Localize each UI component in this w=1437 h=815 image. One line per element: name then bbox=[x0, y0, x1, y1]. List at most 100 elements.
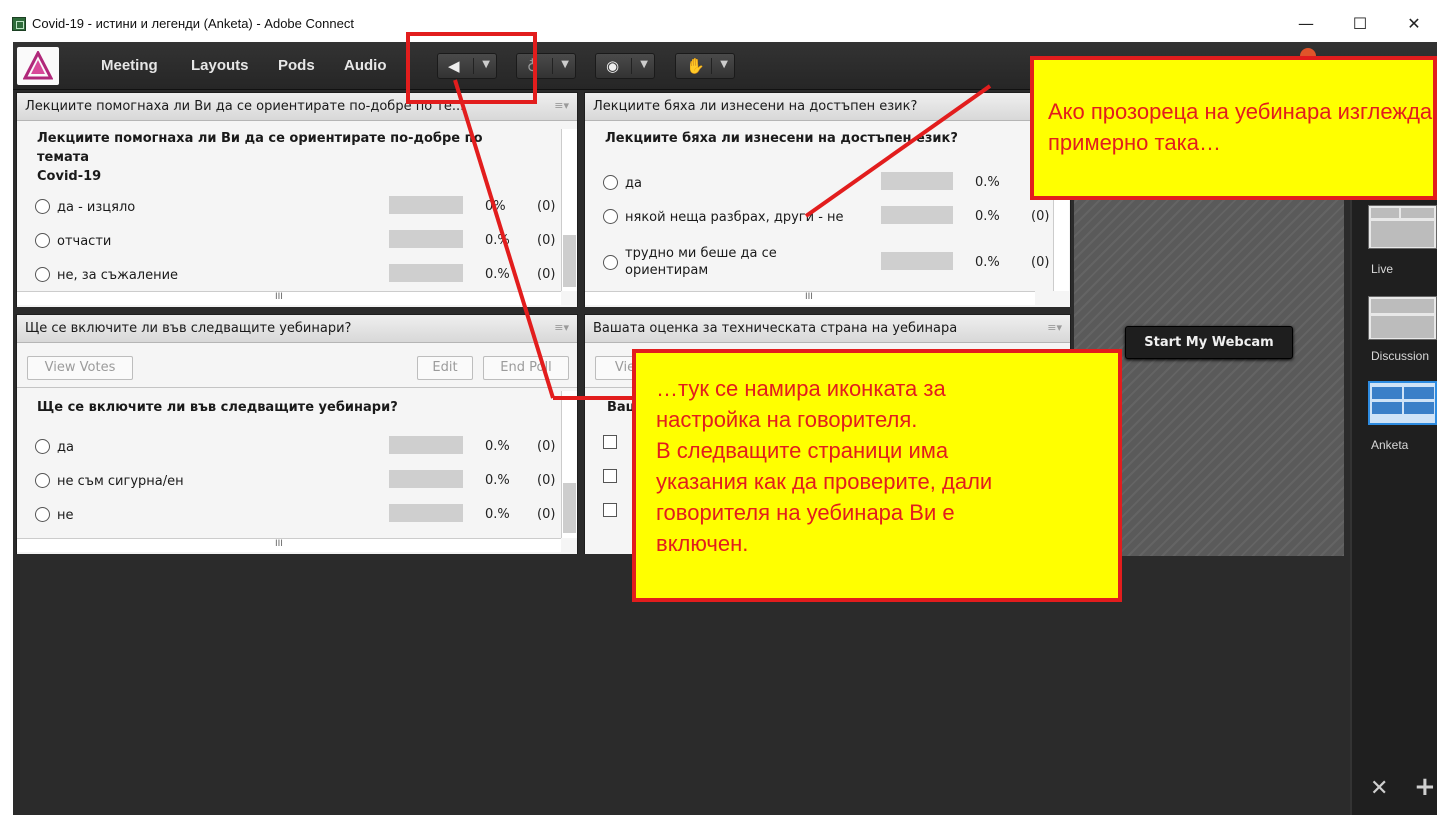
result-count: (0) bbox=[537, 233, 556, 248]
poll-option-row[interactable]: не съм сигурна/ен 0.% (0) bbox=[35, 469, 555, 495]
raise-hand-button[interactable]: ✋ ▼ bbox=[675, 53, 735, 79]
adobe-connect-app-icon bbox=[12, 17, 26, 31]
poll-question: Лекциите бяха ли изнесени на достъпен ез… bbox=[605, 131, 958, 146]
poll-body: Лекциите бяха ли изнесени на достъпен ез… bbox=[585, 121, 1070, 307]
layout-thumb-anketa[interactable] bbox=[1368, 381, 1437, 425]
pod-title: Ще се включите ли във следващите уебинар… bbox=[17, 315, 577, 343]
result-bar bbox=[389, 436, 463, 454]
result-percent: 0.% bbox=[485, 439, 510, 454]
result-percent: 0% bbox=[485, 199, 506, 214]
result-count: (0) bbox=[1031, 255, 1050, 270]
poll-option-row[interactable]: не 0.% (0) bbox=[35, 503, 555, 529]
pod-title-text: Ще се включите ли във следващите уебинар… bbox=[25, 321, 352, 336]
poll-pod-1: Лекциите помогнаха ли Ви да се ориентира… bbox=[16, 92, 578, 307]
result-count: (0) bbox=[1031, 209, 1050, 224]
result-percent: 0.% bbox=[485, 233, 510, 248]
chevron-down-icon[interactable]: ▼ bbox=[561, 59, 569, 70]
radio-button[interactable] bbox=[35, 507, 50, 522]
add-layout-icon[interactable]: + bbox=[1414, 772, 1436, 802]
close-button[interactable]: ✕ bbox=[1391, 10, 1437, 38]
result-bar bbox=[389, 470, 463, 488]
result-count: (0) bbox=[537, 267, 556, 282]
radio-button[interactable] bbox=[35, 233, 50, 248]
radio-button[interactable] bbox=[35, 473, 50, 488]
pod-menu-icon[interactable]: ≡▾ bbox=[554, 321, 569, 334]
result-percent: 0.% bbox=[485, 267, 510, 282]
poll-option-row[interactable]: да 0.% (0) bbox=[35, 435, 555, 461]
layout-label-discussion[interactable]: Discussion bbox=[1371, 349, 1429, 363]
poll-body: View Votes Edit End Poll Ще се включите … bbox=[17, 343, 577, 554]
checkbox[interactable] bbox=[603, 503, 617, 517]
result-count: (0) bbox=[537, 439, 556, 454]
radio-button[interactable] bbox=[603, 209, 618, 224]
pod-menu-icon[interactable]: ≡▾ bbox=[554, 99, 569, 112]
radio-button[interactable] bbox=[603, 175, 618, 190]
result-bar bbox=[881, 252, 953, 270]
result-count: (0) bbox=[537, 507, 556, 522]
vertical-scrollbar[interactable] bbox=[561, 129, 577, 291]
view-votes-button[interactable]: View Votes bbox=[27, 356, 133, 380]
chevron-down-icon[interactable]: ▼ bbox=[720, 59, 728, 70]
start-webcam-button[interactable]: Start My Webcam bbox=[1125, 326, 1293, 359]
option-label: някой неща разбрах, други - не bbox=[625, 210, 844, 225]
option-label: да - изцяло bbox=[57, 200, 136, 215]
pod-title-text: Вашата оценка за техническата страна на … bbox=[593, 321, 958, 336]
option-label: не, за съжаление bbox=[57, 268, 179, 283]
poll-pod-2: Лекциите бяха ли изнесени на достъпен ез… bbox=[584, 92, 1071, 307]
end-poll-button[interactable]: End Poll bbox=[483, 356, 569, 380]
radio-button[interactable] bbox=[35, 439, 50, 454]
window-title-bar: Covid-19 - истини и легенди (Anketa) - A… bbox=[0, 0, 1437, 42]
pod-title-text: Лекциите бяха ли изнесени на достъпен ез… bbox=[593, 99, 918, 114]
poll-question: Лекциите помогнаха ли Ви да се ориентира… bbox=[37, 131, 483, 184]
edit-poll-button[interactable]: Edit bbox=[417, 356, 473, 380]
annotation-callout-speaker: …тук се намира иконката за настройка на … bbox=[632, 349, 1122, 602]
poll-option-row[interactable]: не, за съжаление 0.% (0) bbox=[35, 263, 555, 289]
option-label: отчасти bbox=[57, 234, 112, 249]
horizontal-scrollbar[interactable]: III bbox=[585, 291, 1035, 305]
result-count: (0) bbox=[537, 199, 556, 214]
result-bar bbox=[389, 504, 463, 522]
result-percent: 0.% bbox=[975, 255, 1000, 270]
result-bar bbox=[389, 264, 463, 282]
vertical-scrollbar[interactable] bbox=[561, 391, 577, 538]
poll-option-row[interactable]: трудно ми беше да се ориентирам 0.% (0) bbox=[603, 245, 1053, 281]
result-count: (0) bbox=[537, 473, 556, 488]
poll-pod-3: Ще се включите ли във следващите уебинар… bbox=[16, 314, 578, 554]
webcam-button[interactable]: ◉ ▼ bbox=[595, 53, 655, 79]
layout-thumb-discussion[interactable] bbox=[1368, 296, 1437, 340]
poll-option-row[interactable]: някой неща разбрах, други - не 0.% (0) bbox=[603, 205, 1053, 231]
layout-label-anketa[interactable]: Anketa bbox=[1371, 438, 1408, 452]
poll-body: Лекциите помогнаха ли Ви да се ориентира… bbox=[17, 121, 577, 307]
menu-audio[interactable]: Audio bbox=[344, 57, 387, 74]
annotation-callout-top: Ако прозореца на уебинара изглежда приме… bbox=[1030, 56, 1437, 200]
poll-option-row[interactable]: отчасти 0.% (0) bbox=[35, 229, 555, 255]
radio-button[interactable] bbox=[35, 199, 50, 214]
pod-menu-icon[interactable]: ≡▾ bbox=[1047, 321, 1062, 334]
horizontal-scrollbar[interactable]: III bbox=[17, 291, 561, 305]
menu-meeting[interactable]: Meeting bbox=[101, 57, 158, 74]
radio-button[interactable] bbox=[35, 267, 50, 282]
poll-question: Ще се включите ли във следващите уебинар… bbox=[37, 400, 398, 415]
radio-button[interactable] bbox=[603, 255, 618, 270]
minimize-button[interactable]: — bbox=[1283, 10, 1329, 38]
menu-pods[interactable]: Pods bbox=[278, 57, 315, 74]
checkbox[interactable] bbox=[603, 435, 617, 449]
tools-icon[interactable]: ✕ bbox=[1370, 776, 1388, 801]
chevron-down-icon[interactable]: ▼ bbox=[640, 59, 648, 70]
checkbox[interactable] bbox=[603, 469, 617, 483]
maximize-button[interactable]: ☐ bbox=[1337, 10, 1383, 38]
layout-thumb-live[interactable] bbox=[1368, 205, 1437, 249]
option-label: не bbox=[57, 508, 74, 523]
poll-option-row[interactable]: да 0.% bbox=[603, 171, 1053, 197]
result-percent: 0.% bbox=[485, 473, 510, 488]
result-bar bbox=[881, 206, 953, 224]
result-percent: 0.% bbox=[485, 507, 510, 522]
poll-option-row[interactable]: да - изцяло 0% (0) bbox=[35, 195, 555, 221]
menu-layouts[interactable]: Layouts bbox=[191, 57, 249, 74]
layout-label-live[interactable]: Live bbox=[1371, 262, 1393, 276]
adobe-connect-logo bbox=[17, 47, 59, 85]
horizontal-scrollbar[interactable]: III bbox=[17, 538, 561, 552]
webcam-icon: ◉ bbox=[606, 57, 620, 75]
pod-title: Лекциите бяха ли изнесени на достъпен ез… bbox=[585, 93, 1070, 121]
status-indicator-icon bbox=[1300, 48, 1316, 56]
